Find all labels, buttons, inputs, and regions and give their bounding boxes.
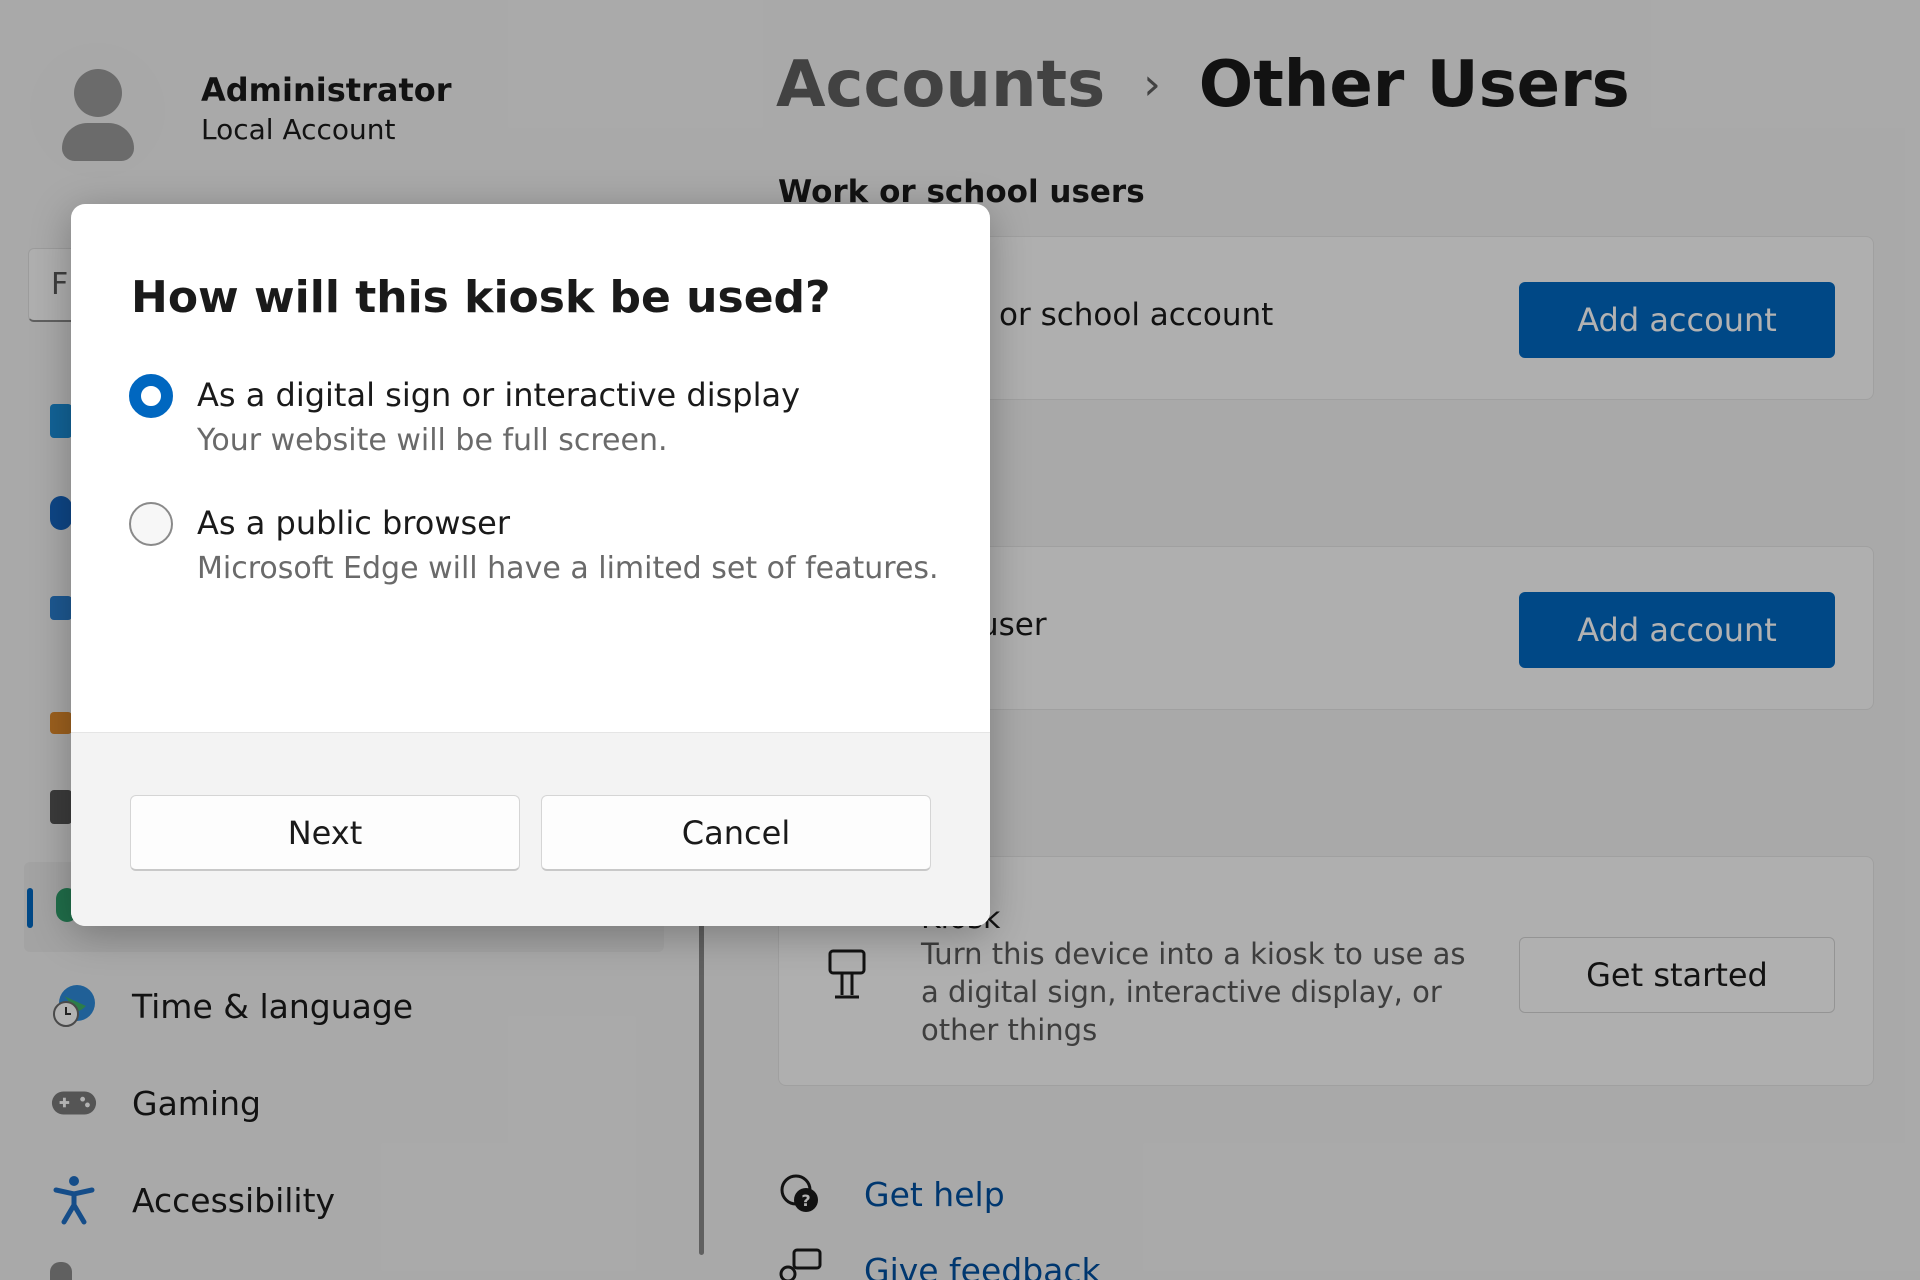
cancel-button[interactable]: Cancel	[541, 795, 931, 871]
dialog-footer: Next Cancel	[71, 732, 990, 926]
kiosk-usage-dialog: How will this kiosk be used? As a digita…	[71, 204, 990, 926]
option-public-browser[interactable]: As a public browser Microsoft Edge will …	[129, 500, 939, 592]
option-label: As a digital sign or interactive display	[197, 376, 800, 414]
radio-digital-sign[interactable]	[129, 374, 173, 418]
next-button[interactable]: Next	[130, 795, 520, 871]
dialog-title: How will this kiosk be used?	[131, 272, 831, 323]
option-digital-sign[interactable]: As a digital sign or interactive display…	[129, 372, 800, 464]
option-description: Your website will be full screen.	[197, 423, 668, 458]
radio-public-browser[interactable]	[129, 502, 173, 546]
option-description: Microsoft Edge will have a limited set o…	[197, 551, 939, 586]
option-label: As a public browser	[197, 504, 510, 542]
